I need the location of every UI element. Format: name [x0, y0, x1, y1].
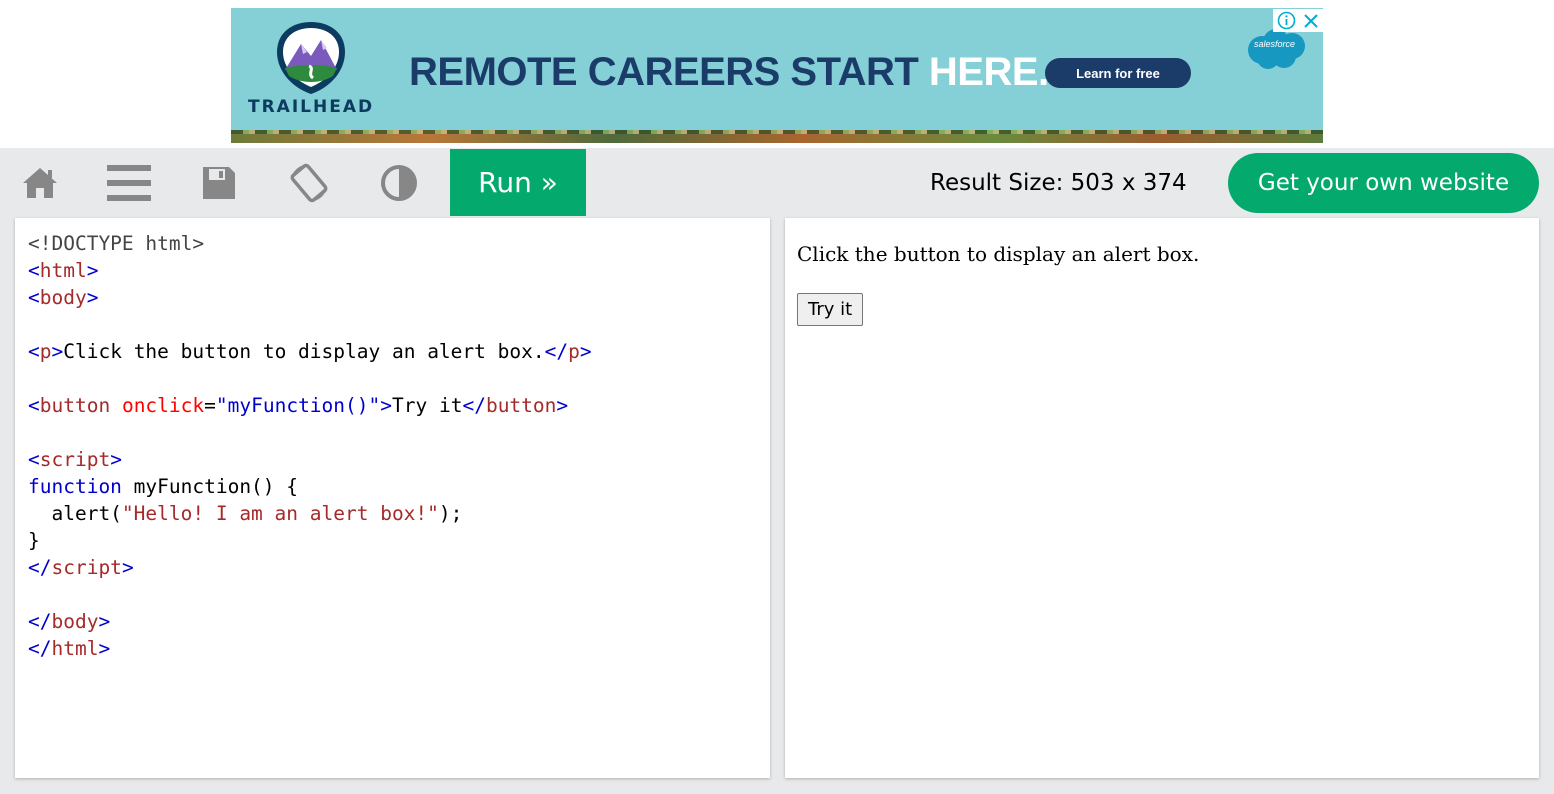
- rotate-icon[interactable]: [279, 148, 339, 218]
- save-icon[interactable]: [189, 148, 249, 218]
- code-editor[interactable]: <!DOCTYPE html> <html> <body> <p>Click t…: [15, 218, 770, 778]
- code-body-close: body: [51, 610, 99, 633]
- code-close-brace: }: [28, 529, 40, 552]
- salesforce-text: salesforce: [1254, 39, 1296, 49]
- code-button-text: Try it: [392, 394, 463, 417]
- result-panel: Click the button to display an alert box…: [785, 218, 1539, 778]
- ad-headline-main: REMOTE CAREERS START: [409, 50, 929, 94]
- code-doctype: <!DOCTYPE html>: [28, 232, 205, 255]
- toolbar: Run » Result Size: 503 x 374 Get your ow…: [0, 148, 1554, 218]
- ad-learn-button[interactable]: Learn for free: [1045, 58, 1191, 88]
- code-p-text: Click the button to display an alert box…: [63, 340, 545, 363]
- result-size-label: Result Size: 503 x 374: [930, 170, 1187, 196]
- code-body-open: body: [39, 286, 87, 309]
- trailhead-logo-icon: [277, 22, 345, 94]
- ad-info-icon[interactable]: [1273, 9, 1299, 32]
- trailhead-brand-text: TRAILHEAD: [248, 97, 375, 117]
- code-html-open: html: [39, 259, 87, 282]
- code-onclick-attr: onclick: [121, 394, 205, 417]
- ad-banner-area: TRAILHEAD REMOTE CAREERS START HERE. Lea…: [0, 0, 1554, 148]
- contrast-icon[interactable]: [369, 148, 429, 218]
- code-onclick-value: "myFunction()": [215, 394, 381, 417]
- code-alert-end: );: [438, 502, 463, 525]
- run-button[interactable]: Run »: [450, 149, 586, 216]
- code-function-keyword: function: [28, 475, 122, 498]
- code-content[interactable]: <!DOCTYPE html> <html> <body> <p>Click t…: [28, 230, 592, 662]
- ad-illustration: [231, 130, 1323, 143]
- get-website-button[interactable]: Get your own website: [1228, 153, 1539, 213]
- code-script-open: script: [39, 448, 111, 471]
- try-it-button[interactable]: Try it: [797, 293, 864, 326]
- ad-headline: REMOTE CAREERS START HERE.: [409, 50, 1049, 95]
- ad-close-icon[interactable]: [1299, 9, 1323, 32]
- code-function-signature: myFunction() {: [121, 475, 299, 498]
- ad-banner[interactable]: TRAILHEAD REMOTE CAREERS START HERE. Lea…: [231, 8, 1323, 143]
- code-alert-string: "Hello! I am an alert box!": [121, 502, 439, 525]
- menu-icon[interactable]: [99, 148, 159, 218]
- ad-headline-accent: HERE.: [928, 50, 1049, 94]
- result-paragraph: Click the button to display an alert box…: [797, 242, 1200, 266]
- home-icon[interactable]: [10, 148, 70, 218]
- code-alert-call: alert(: [28, 502, 122, 525]
- code-html-close: html: [51, 637, 99, 660]
